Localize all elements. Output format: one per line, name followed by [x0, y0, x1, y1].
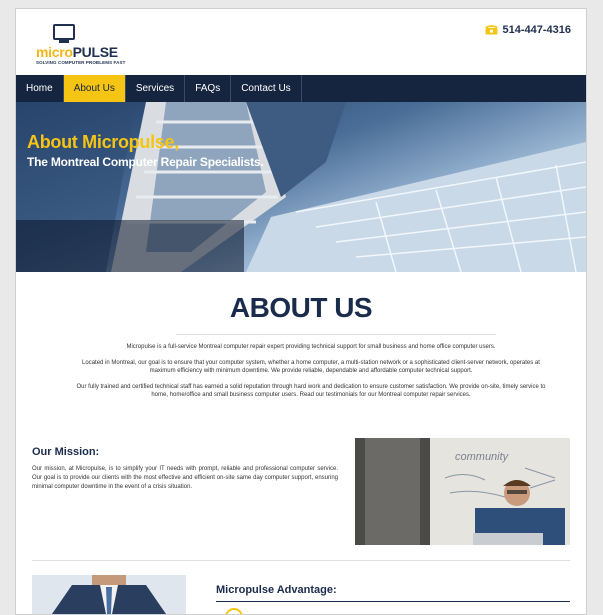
nav-about-us[interactable]: About Us [63, 75, 126, 102]
title-divider [176, 334, 496, 335]
about-paragraph-1: Micropulse is a full-service Montreal co… [126, 344, 496, 350]
clock-icon [225, 608, 243, 614]
site-header: microPULSE SOLVING COMPUTER PROBLEMS FAS… [16, 9, 586, 75]
hero-title: About Micropulse, [27, 132, 179, 152]
logo[interactable]: microPULSE SOLVING COMPUTER PROBLEMS FAS… [36, 23, 125, 69]
logo-wordmark: microPULSE [36, 45, 118, 59]
section-divider [32, 560, 570, 561]
page: microPULSE SOLVING COMPUTER PROBLEMS FAS… [15, 8, 587, 615]
nav-faqs[interactable]: FAQs [185, 75, 232, 102]
whiteboard-writing: community [455, 451, 510, 463]
main-nav: Home About Us Services FAQs Contact Us [16, 75, 586, 102]
phone-number: 514-447-4316 [502, 24, 571, 36]
monitor-stand [59, 40, 69, 43]
nav-services[interactable]: Services [126, 75, 186, 102]
businessman-image [32, 575, 186, 614]
hero-caption-box [16, 220, 244, 272]
hero-subtitle: The Montreal Computer Repair Specialists… [27, 155, 264, 169]
monitor-icon [53, 24, 75, 40]
mission-title: Our Mission: [32, 446, 100, 458]
about-paragraph-3: Our fully trained and certified technica… [76, 384, 546, 398]
nav-home[interactable]: Home [16, 75, 64, 102]
nav-contact-us[interactable]: Contact Us [231, 75, 302, 102]
phone-contact[interactable]: 514-447-4316 [485, 24, 571, 36]
hero-banner [16, 102, 586, 272]
page-title: ABOUT US [229, 292, 373, 323]
phone-icon [485, 25, 499, 35]
advantage-title: Micropulse Advantage: [216, 584, 337, 596]
advantage-photo [32, 575, 186, 614]
mission-photo: community [355, 438, 570, 545]
logo-tagline: SOLVING COMPUTER PROBLEMS FAST [36, 60, 126, 65]
advantage-divider [216, 601, 570, 602]
about-paragraph-2: Located in Montreal, our goal is to ensu… [82, 360, 540, 374]
logo-word-micro: micro [36, 44, 73, 60]
logo-word-pulse: PULSE [72, 44, 118, 60]
mission-text: Our mission, at Micropulse, is to simpli… [32, 466, 338, 490]
whiteboard-man-image: community [355, 438, 570, 545]
